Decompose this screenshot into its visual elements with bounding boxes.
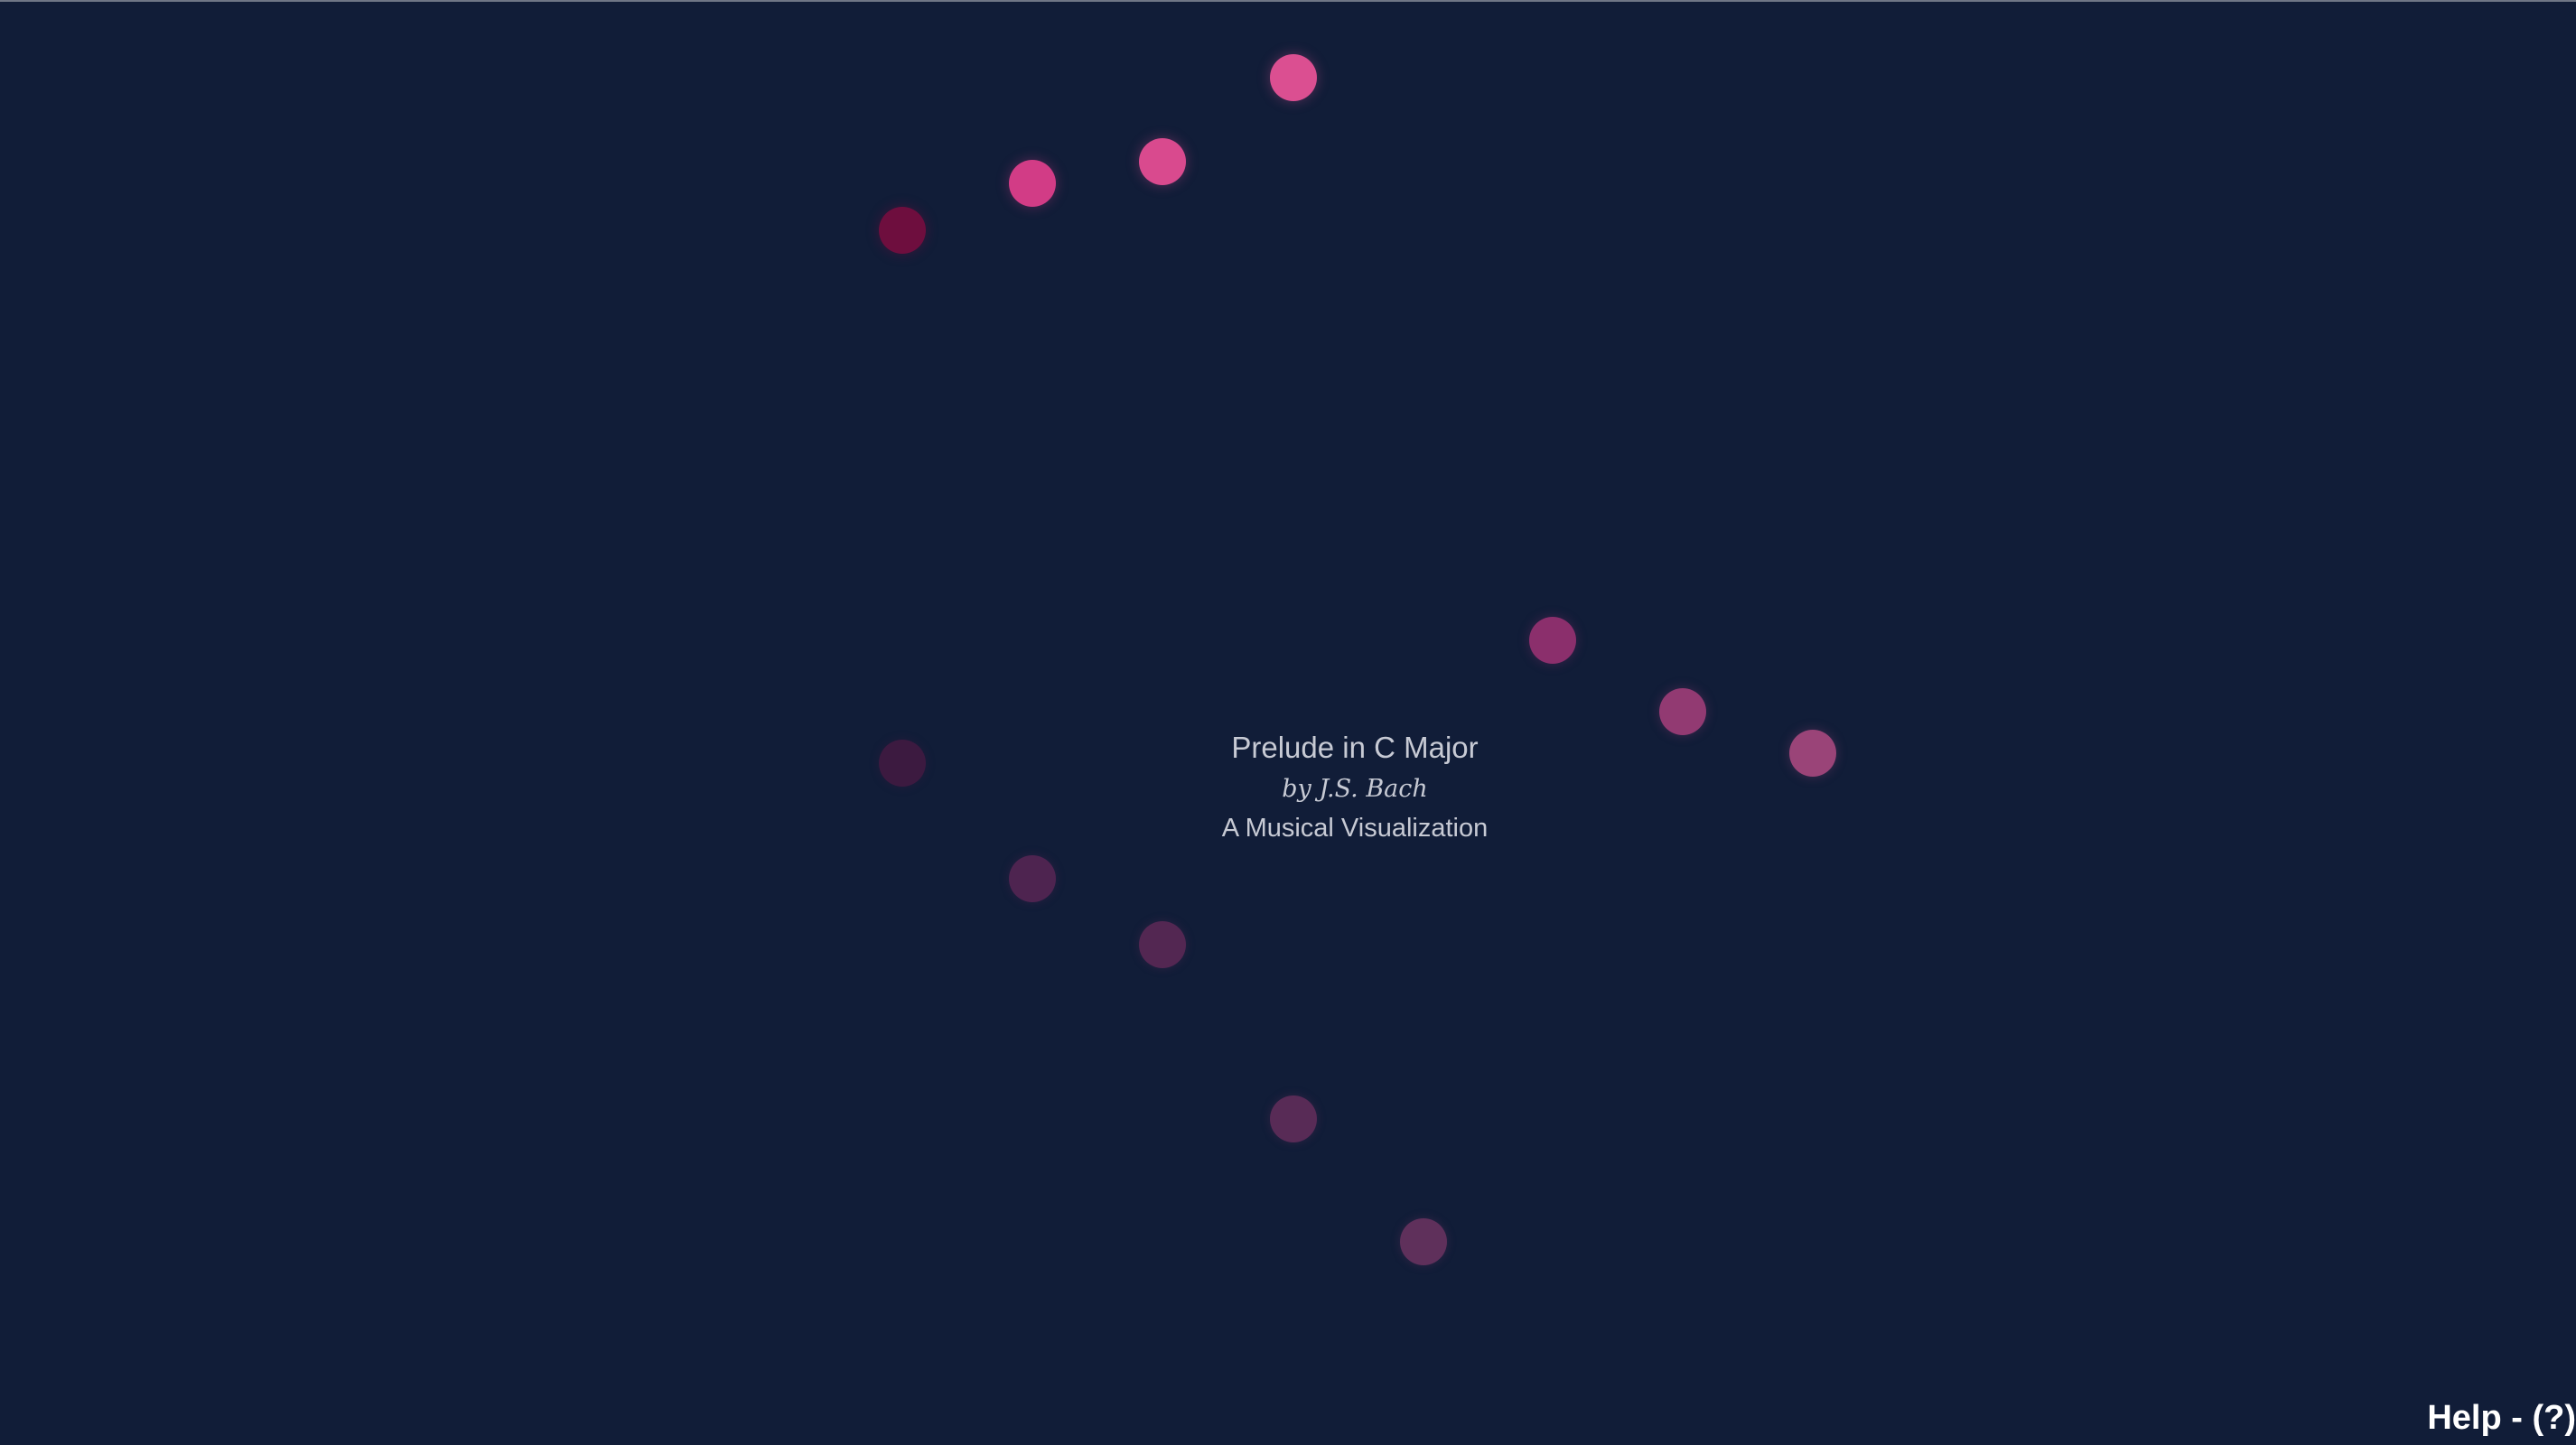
visualization-subtitle: A Musical Visualization — [1221, 814, 1489, 843]
note-dot — [1009, 160, 1056, 207]
note-dot — [1139, 138, 1186, 185]
piece-title: Prelude in C Major — [1231, 731, 1479, 764]
note-dot — [1400, 1218, 1447, 1265]
note-dot — [1270, 1095, 1317, 1142]
composer-byline: by J.S. Bach — [1282, 775, 1428, 803]
note-dot — [1659, 688, 1706, 735]
note-dot — [1270, 54, 1317, 101]
note-dot — [1529, 617, 1576, 664]
visualization-canvas: Prelude in C Major by J.S. Bach A Musica… — [0, 0, 2576, 1445]
title-block: Prelude in C Major by J.S. Bach A Musica… — [1222, 724, 1488, 849]
note-dot — [879, 740, 926, 787]
note-dot — [1139, 921, 1186, 968]
note-dot — [1009, 855, 1056, 902]
note-dot — [1789, 730, 1836, 777]
note-dot — [879, 207, 926, 254]
help-button[interactable]: Help - (?) — [2427, 1396, 2576, 1440]
